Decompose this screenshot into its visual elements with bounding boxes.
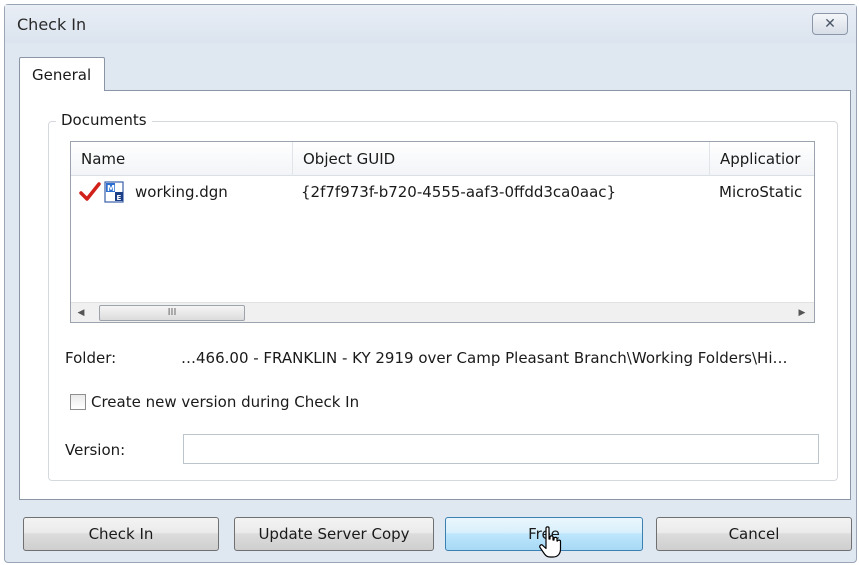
folder-label: Folder: [65, 349, 117, 367]
column-header-object-guid[interactable]: Object GUID [293, 142, 710, 176]
list-item[interactable]: M E working.dgn {2f7f973f-b720-4555-aaf3… [71, 177, 814, 207]
cancel-button[interactable]: Cancel [656, 517, 852, 551]
document-guid: {2f7f973f-b720-4555-aaf3-0ffdd3ca0aac} [301, 183, 617, 201]
window-title: Check In [17, 15, 87, 34]
version-input[interactable] [183, 434, 819, 464]
microstation-file-icon: M E [104, 181, 124, 203]
tab-general[interactable]: General [19, 57, 105, 91]
horizontal-scrollbar[interactable]: ◀ III ▶ [71, 302, 814, 322]
title-bar: Check In ✕ [5, 5, 856, 43]
documents-list[interactable]: Name Object GUID Applicatior M E working… [70, 141, 815, 323]
document-name: working.dgn [135, 183, 228, 201]
checkmark-icon [79, 182, 101, 201]
documents-group-label: Documents [56, 111, 152, 129]
folder-path: …466.00 - FRANKLIN - KY 2919 over Camp P… [181, 349, 788, 367]
mouse-cursor-icon [539, 526, 562, 558]
column-header-name[interactable]: Name [71, 142, 293, 176]
check-in-dialog: Check In ✕ General Documents Name Object… [4, 4, 857, 563]
document-application: MicroStatic [719, 183, 803, 201]
create-version-checkbox[interactable] [70, 394, 86, 410]
column-header-application[interactable]: Applicatior [710, 142, 814, 176]
scroll-right-icon[interactable]: ▶ [794, 305, 810, 321]
create-version-label[interactable]: Create new version during Check In [91, 393, 359, 411]
general-panel: Documents Name Object GUID Applicatior M… [19, 90, 851, 500]
check-in-button[interactable]: Check In [23, 517, 219, 551]
scroll-left-icon[interactable]: ◀ [73, 305, 89, 321]
update-server-copy-button[interactable]: Update Server Copy [234, 517, 434, 551]
scroll-thumb[interactable]: III [99, 305, 245, 321]
close-button[interactable]: ✕ [812, 13, 848, 35]
version-label: Version: [65, 441, 126, 459]
svg-text:E: E [117, 194, 122, 202]
svg-text:M: M [107, 184, 115, 193]
list-header: Name Object GUID Applicatior [71, 142, 814, 176]
close-icon: ✕ [824, 16, 836, 32]
